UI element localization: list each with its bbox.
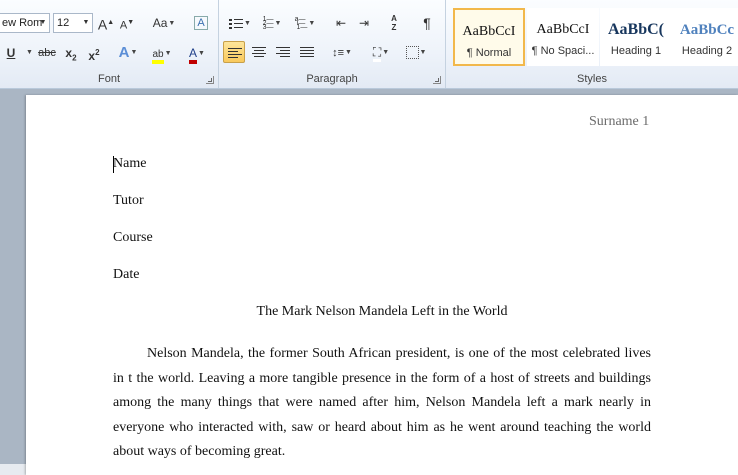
- style-no-spacing[interactable]: AaBbCcI ¶ No Spaci...: [527, 8, 599, 66]
- doc-line-name: Name: [113, 156, 147, 171]
- strikethrough-button[interactable]: abc: [36, 42, 58, 64]
- doc-line-date: Date: [113, 267, 140, 282]
- shading-button[interactable]: ⛶▼: [367, 41, 395, 63]
- borders-icon: [405, 46, 419, 60]
- font-color-button[interactable]: A▼: [184, 42, 210, 64]
- style-heading-2-sample: AaBbCc: [679, 22, 735, 38]
- doc-line-tutor: Tutor: [113, 193, 144, 208]
- font-dialog-launcher-icon[interactable]: [206, 76, 214, 84]
- page-header: Surname 1: [589, 114, 650, 129]
- font-group: ew Rom ▼ 12 ▼ A▲ A▼ Aa▼ A U ▼ abc x2 x2: [0, 0, 219, 88]
- align-right-button[interactable]: [272, 41, 294, 63]
- align-right-icon: [276, 47, 290, 58]
- multilevel-list-icon: a— i— 1—: [292, 15, 308, 31]
- style-heading-1-sample: AaBbC(: [607, 21, 664, 38]
- superscript-mark: 2: [95, 48, 100, 57]
- font-name-dropdown-icon[interactable]: ▼: [37, 14, 49, 32]
- justify-icon: [300, 47, 314, 58]
- font-size-combo[interactable]: 12 ▼: [53, 13, 93, 33]
- borders-button[interactable]: ▼: [402, 41, 430, 63]
- font-size-value: 12: [57, 17, 70, 29]
- document-area: Surname 1 Name Tutor Course Date The Mar…: [0, 89, 738, 475]
- font-name-combo[interactable]: ew Rom ▼: [0, 13, 50, 33]
- line-spacing-icon: ↕≡: [332, 47, 344, 59]
- style-no-spacing-name: ¶ No Spaci...: [531, 45, 595, 57]
- increase-indent-icon: ⇥: [358, 16, 370, 30]
- align-left-button[interactable]: [223, 41, 245, 63]
- font-group-label: Font: [97, 73, 120, 85]
- body-paragraph: Nelson Mandela, the former South African…: [113, 346, 651, 459]
- grow-font-icon: A: [97, 16, 108, 33]
- strikethrough-icon: abc: [38, 47, 56, 59]
- style-heading-2[interactable]: AaBbCc Heading 2: [671, 8, 738, 66]
- justify-button[interactable]: [296, 41, 318, 63]
- styles-group: AaBbCcI ¶ Normal AaBbCcI ¶ No Spaci... A…: [446, 0, 738, 88]
- font-color-icon: A: [189, 46, 198, 64]
- clear-formatting-icon: A: [194, 16, 208, 30]
- subscript-mark: 2: [72, 53, 77, 63]
- multilevel-list-button[interactable]: a— i— 1—▼: [289, 12, 319, 34]
- superscript-button[interactable]: x2: [86, 42, 102, 64]
- underline-button[interactable]: U: [4, 42, 18, 64]
- ribbon: ew Rom ▼ 12 ▼ A▲ A▼ Aa▼ A U ▼ abc x2 x2: [0, 0, 738, 89]
- doc-line-course: Course: [113, 230, 153, 245]
- align-left-icon: [228, 48, 242, 59]
- subscript-button[interactable]: x2: [63, 42, 79, 64]
- style-no-spacing-sample: AaBbCcI: [536, 22, 590, 37]
- numbering-button[interactable]: 1— 2— 3—▼: [258, 12, 286, 34]
- style-normal-name: ¶ Normal: [466, 47, 512, 59]
- paragraph-dialog-launcher-icon[interactable]: [433, 76, 441, 84]
- increase-indent-button[interactable]: ⇥: [355, 12, 373, 34]
- numbering-icon: 1— 2— 3—: [262, 15, 274, 31]
- document-title: The Mark Nelson Mandela Left in the Worl…: [256, 304, 508, 319]
- style-heading-1-name: Heading 1: [610, 45, 662, 57]
- paint-bucket-icon: ⛶: [372, 45, 382, 62]
- decrease-indent-button[interactable]: ⇤: [332, 12, 350, 34]
- style-normal[interactable]: AaBbCcI ¶ Normal: [453, 8, 525, 66]
- highlighter-icon: ab: [152, 49, 164, 64]
- document-page[interactable]: Surname 1 Name Tutor Course Date The Mar…: [26, 95, 738, 475]
- grow-font-button[interactable]: A▲: [97, 12, 115, 34]
- underline-icon: U: [6, 46, 16, 60]
- change-case-icon: Aa: [152, 16, 168, 30]
- highlight-button[interactable]: ab▼: [148, 42, 176, 64]
- bullets-icon: [229, 17, 244, 30]
- styles-group-label: Styles: [577, 73, 607, 85]
- text-effects-icon: A: [118, 44, 130, 61]
- text-effects-button[interactable]: A▼: [116, 42, 140, 64]
- shrink-font-button[interactable]: A▼: [118, 12, 136, 34]
- decrease-indent-icon: ⇤: [335, 16, 347, 30]
- style-normal-sample: AaBbCcI: [462, 24, 516, 39]
- sort-icon: A Z: [391, 14, 397, 32]
- paragraph-group: ▼ 1— 2— 3—▼ a— i— 1—▼ ⇤ ⇥ A Z ¶ ↕≡▼ ⛶▼ ▼…: [219, 0, 446, 88]
- sort-button[interactable]: A Z: [384, 12, 404, 34]
- pilcrow-icon: ¶: [423, 15, 431, 31]
- style-heading-2-name: Heading 2: [681, 45, 733, 57]
- line-spacing-button[interactable]: ↕≡▼: [327, 41, 357, 63]
- align-center-button[interactable]: [248, 41, 270, 63]
- show-formatting-marks-button[interactable]: ¶: [419, 12, 435, 34]
- font-size-dropdown-icon[interactable]: ▼: [80, 14, 92, 32]
- underline-dropdown-icon[interactable]: ▼: [26, 49, 33, 56]
- paragraph-group-label: Paragraph: [306, 73, 358, 85]
- clear-formatting-button[interactable]: A: [190, 12, 212, 34]
- bullets-button[interactable]: ▼: [226, 12, 254, 34]
- align-center-icon: [252, 47, 266, 58]
- style-heading-1[interactable]: AaBbC( Heading 1: [600, 8, 672, 66]
- change-case-button[interactable]: Aa▼: [150, 12, 178, 34]
